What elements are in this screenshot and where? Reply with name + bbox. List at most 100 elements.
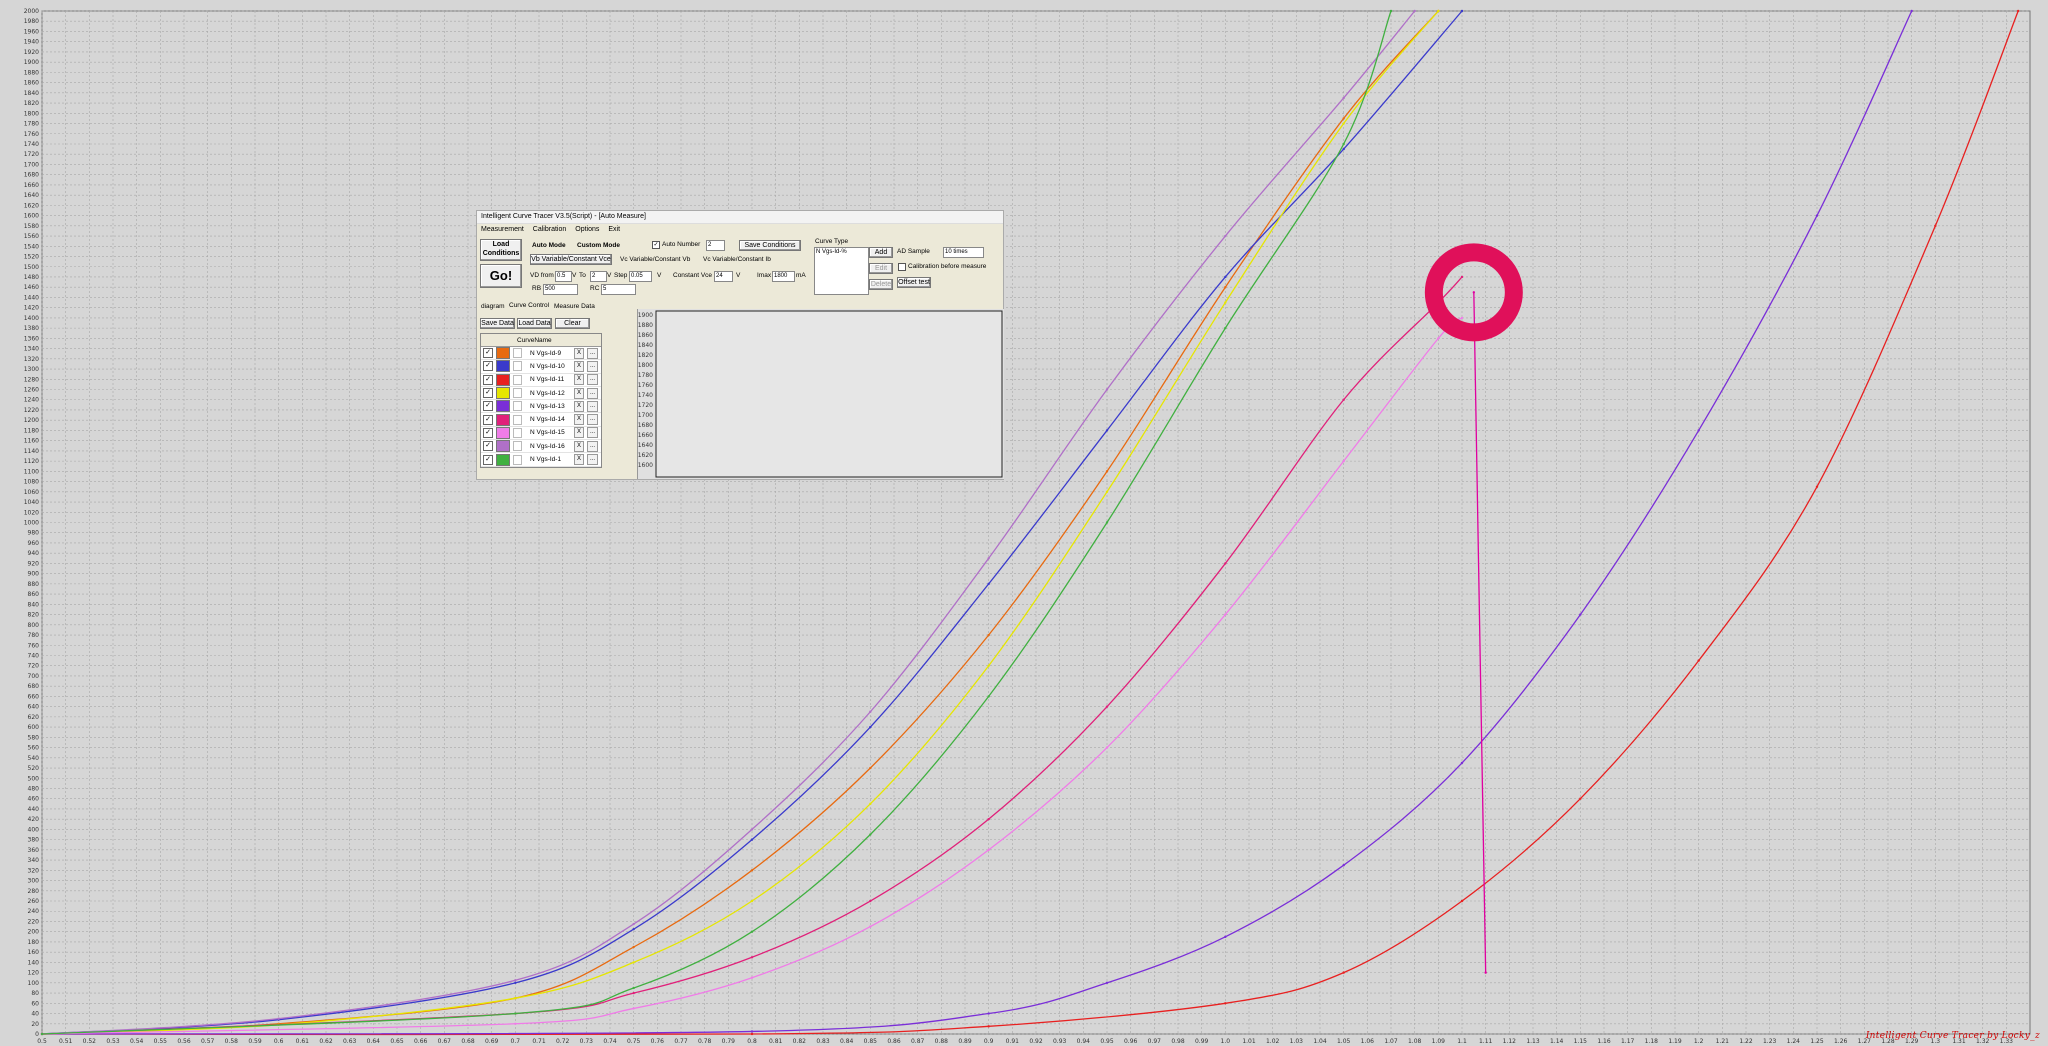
vd-from-input[interactable]: 0.5 <box>555 271 572 282</box>
tab-vb-variable[interactable]: Vb Variable/Constant Vce <box>530 254 612 265</box>
curve-select-box[interactable] <box>513 401 522 412</box>
auto-number-input[interactable]: 2 <box>706 240 725 251</box>
curve-point <box>750 828 754 831</box>
curve-more-button[interactable]: ... <box>587 387 598 399</box>
curve-row[interactable]: ✓ N Vgs-Id-15 X... <box>481 426 601 441</box>
ad-sample-select[interactable]: 10 times <box>943 247 984 258</box>
curve-more-button[interactable]: ... <box>587 360 598 372</box>
curve-more-button[interactable]: ... <box>587 400 598 412</box>
tab-diagram[interactable]: diagram <box>481 303 504 310</box>
save-conditions-button[interactable]: Save Conditions <box>739 240 801 251</box>
curve-more-button[interactable]: ... <box>587 427 598 439</box>
curve-row[interactable]: ✓ N Vgs-Id-1 X... <box>481 453 601 467</box>
tab-vc-variable-ib[interactable]: Vc Variable/Constant Ib <box>703 256 771 263</box>
curve-visible-checkbox[interactable]: ✓ <box>483 374 493 385</box>
curve-row[interactable]: ✓ N Vgs-Id-10 X... <box>481 360 601 374</box>
curve-point <box>632 945 635 949</box>
auto-mode-tab[interactable]: Auto Mode <box>532 242 566 249</box>
curve-more-button[interactable]: ... <box>587 414 598 426</box>
step-input[interactable]: 0.05 <box>629 271 652 282</box>
curve-color-swatch[interactable] <box>496 453 510 466</box>
rb-select[interactable]: 500 <box>543 284 578 295</box>
add-button[interactable]: Add <box>869 247 893 258</box>
curve-more-button[interactable]: ... <box>587 454 598 466</box>
x-tick-label: 0.75 <box>627 1038 641 1045</box>
calibration-checkbox[interactable] <box>898 263 906 271</box>
curve-point <box>1224 275 1227 279</box>
y-tick-label: 980 <box>28 530 40 537</box>
curve-row[interactable]: ✓ N Vgs-Id-11 X... <box>481 373 601 387</box>
curve-row[interactable]: ✓ N Vgs-Id-13 X... <box>481 400 601 414</box>
x-tick-label: 0.78 <box>698 1038 712 1045</box>
to-input[interactable]: 2 <box>590 271 607 282</box>
save-data-button[interactable]: Save Data <box>480 318 515 329</box>
curve-point <box>1105 470 1109 473</box>
curve-select-box[interactable] <box>513 441 522 452</box>
curve-visible-checkbox[interactable]: ✓ <box>483 427 493 438</box>
curve-row[interactable]: ✓ N Vgs-Id-14 X... <box>481 413 601 427</box>
curve-delete-button[interactable]: X <box>574 454 584 466</box>
mini-tick-label: 1660 <box>638 432 653 439</box>
curve-delete-button[interactable]: X <box>574 374 584 386</box>
clear-button[interactable]: Clear <box>555 318 590 329</box>
curve-color-swatch[interactable] <box>496 440 510 453</box>
curve-delete-button[interactable]: X <box>574 440 584 452</box>
curve-more-button[interactable]: ... <box>587 440 598 452</box>
curve-point <box>277 1017 280 1020</box>
curve-delete-button[interactable]: X <box>574 414 584 426</box>
curve-delete-button[interactable]: X <box>574 387 584 399</box>
curve-visible-checkbox[interactable]: ✓ <box>483 401 493 412</box>
tab-measure-data[interactable]: Measure Data <box>554 303 595 310</box>
curve-color-swatch[interactable] <box>496 360 510 373</box>
curve-type-list[interactable]: N Vgs-Id-% <box>814 247 869 295</box>
curve-row[interactable]: ✓ N Vgs-Id-12 X... <box>481 387 601 401</box>
curve-color-swatch[interactable] <box>496 413 510 426</box>
custom-mode-tab[interactable]: Custom Mode <box>577 242 620 249</box>
curve-color-swatch[interactable] <box>496 400 510 413</box>
rc-select[interactable]: 5 <box>601 284 636 295</box>
curve-select-box[interactable] <box>513 348 522 359</box>
curve-delete-button[interactable]: X <box>574 360 584 372</box>
curve-select-box[interactable] <box>513 361 522 372</box>
curve-visible-checkbox[interactable]: ✓ <box>483 454 493 465</box>
tab-curve-control[interactable]: Curve Control <box>509 302 549 309</box>
curve-select-box[interactable] <box>513 388 522 399</box>
menu-calibration[interactable]: Calibration <box>533 224 566 235</box>
load-data-button[interactable]: Load Data <box>517 318 552 329</box>
curve-select-box[interactable] <box>513 454 522 465</box>
curve-more-button[interactable]: ... <box>587 347 598 359</box>
load-conditions-button[interactable]: Load Conditions <box>480 239 522 261</box>
tab-vc-variable-vb[interactable]: Vc Variable/Constant Vb <box>620 256 690 263</box>
mini-tick-label: 1780 <box>638 372 653 379</box>
menu-options[interactable]: Options <box>575 224 599 235</box>
curve-select-box[interactable] <box>513 374 522 385</box>
go-button[interactable]: Go! <box>480 264 522 288</box>
curve-visible-checkbox[interactable]: ✓ <box>483 388 493 399</box>
curve-point <box>1579 613 1582 616</box>
curve-more-button[interactable]: ... <box>587 374 598 386</box>
menu-measurement[interactable]: Measurement <box>481 224 524 235</box>
curve-select-box[interactable] <box>513 427 522 438</box>
curve-delete-button[interactable]: X <box>574 400 584 412</box>
curve-select-box[interactable] <box>513 414 522 425</box>
curve-color-swatch[interactable] <box>496 373 510 386</box>
curve-row[interactable]: ✓ N Vgs-Id-9 X... <box>481 347 601 361</box>
curve-visible-checkbox[interactable]: ✓ <box>483 414 493 425</box>
delete-button[interactable]: Delete <box>869 279 893 290</box>
constant-vce-input[interactable]: 24 <box>714 271 733 282</box>
curve-visible-checkbox[interactable]: ✓ <box>483 348 493 359</box>
curve-color-swatch[interactable] <box>496 347 510 360</box>
curve-delete-button[interactable]: X <box>574 427 584 439</box>
curve-row[interactable]: ✓ N Vgs-Id-16 X... <box>481 440 601 454</box>
offset-test-button[interactable]: Offset test <box>897 277 931 288</box>
curve-visible-checkbox[interactable]: ✓ <box>483 361 493 372</box>
edit-button[interactable]: Edit <box>869 263 893 274</box>
menu-exit[interactable]: Exit <box>608 224 620 235</box>
curve-color-swatch[interactable] <box>496 426 510 439</box>
curve-visible-checkbox[interactable]: ✓ <box>483 441 493 452</box>
curve-plot: 0 20 40 60 80 100 120 140 160 180 200 220 240 260 280 3… <box>24 8 2031 1045</box>
curve-color-swatch[interactable] <box>496 387 510 400</box>
auto-number-checkbox[interactable]: ✓ <box>652 241 660 249</box>
curve-delete-button[interactable]: X <box>574 347 584 359</box>
imax-input[interactable]: 1800 <box>772 271 795 282</box>
